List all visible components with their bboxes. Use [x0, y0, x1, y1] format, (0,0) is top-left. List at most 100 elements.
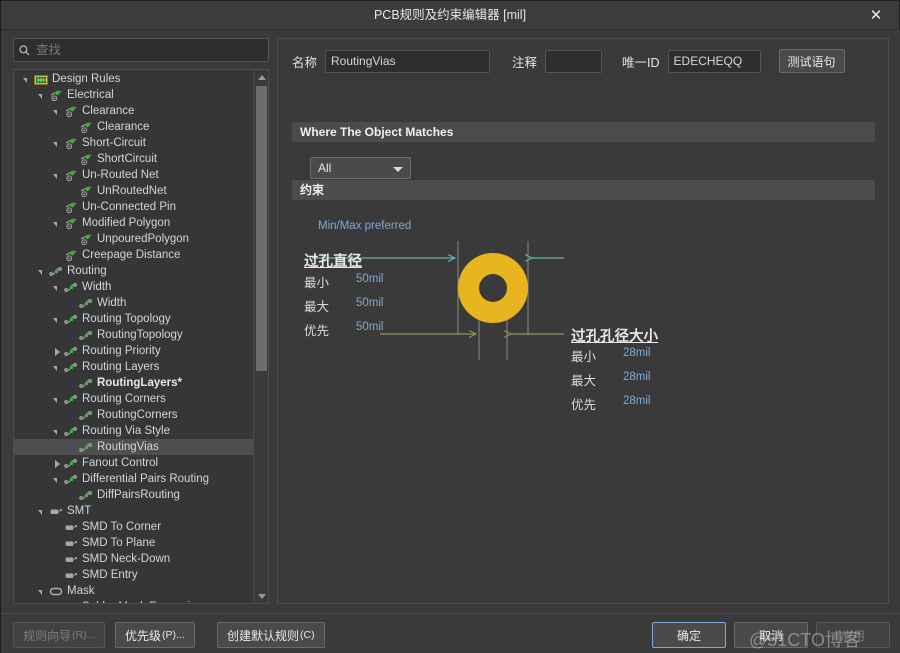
- tree-item-width[interactable]: Width: [14, 279, 254, 295]
- tree-item-unroutednet[interactable]: UnRoutedNet: [14, 183, 254, 199]
- search-icon: [14, 39, 34, 61]
- tree-item-routing[interactable]: Routing: [14, 263, 254, 279]
- tree-item-routingvias[interactable]: RoutingVias: [14, 439, 254, 455]
- via-diameter-min-label: 最小: [304, 276, 330, 290]
- tree-item-differential-pairs-routing[interactable]: Differential Pairs Routing: [14, 471, 254, 487]
- electrical-icon: [64, 137, 79, 150]
- create-default-rules-button[interactable]: 创建默认规则 (C): [217, 622, 325, 648]
- tree-item-routing-priority[interactable]: Routing Priority: [14, 343, 254, 359]
- tree-item-routing-layers[interactable]: Routing Layers: [14, 359, 254, 375]
- collapse-icon[interactable]: [52, 394, 63, 405]
- expand-icon[interactable]: [52, 458, 63, 469]
- via-diameter-min-value[interactable]: 50mil: [356, 273, 383, 285]
- tree-item-routingtopology[interactable]: RoutingTopology: [14, 327, 254, 343]
- expand-icon[interactable]: [52, 346, 63, 357]
- tree-item-solder-mask-expansion[interactable]: Solder Mask Expansion: [14, 599, 254, 603]
- design-rules-tree[interactable]: Design Rules Electrical Clearance Clearance…: [13, 69, 269, 604]
- via-hole-min-value[interactable]: 28mil: [623, 347, 650, 359]
- unique-id-input[interactable]: [667, 49, 761, 73]
- collapse-icon[interactable]: [52, 170, 63, 181]
- rule-wizard-button[interactable]: 规则向导 (R)...: [13, 622, 106, 648]
- search-box[interactable]: [13, 38, 269, 62]
- apply-button[interactable]: 应用: [816, 622, 890, 648]
- electrical-icon: [64, 105, 79, 118]
- tree-item-clearance[interactable]: Clearance: [14, 103, 254, 119]
- cancel-button[interactable]: 取消: [734, 622, 808, 648]
- collapse-icon[interactable]: [37, 90, 48, 101]
- tree-item-smd-to-corner[interactable]: SMD To Corner: [14, 519, 254, 535]
- via-hole-pref-value[interactable]: 28mil: [623, 395, 650, 407]
- tree-item-mask[interactable]: Mask: [14, 583, 254, 599]
- tree-item-fanout-control[interactable]: Fanout Control: [14, 455, 254, 471]
- tree-item-modified-polygon[interactable]: Modified Polygon: [14, 215, 254, 231]
- tree-item-creepage-distance[interactable]: Creepage Distance: [14, 247, 254, 263]
- test-query-button[interactable]: 测试语句: [778, 49, 845, 73]
- tree-item-electrical[interactable]: Electrical: [14, 87, 254, 103]
- tree-item-unpouredpolygon[interactable]: UnpouredPolygon: [14, 231, 254, 247]
- scroll-down-icon[interactable]: [254, 589, 268, 603]
- priority-button[interactable]: 优先级 (P)...: [115, 622, 195, 648]
- via-diameter-max-value[interactable]: 50mil: [356, 297, 383, 309]
- collapse-icon[interactable]: [52, 282, 63, 293]
- tree-item-width[interactable]: Width: [14, 295, 254, 311]
- collapse-icon[interactable]: [52, 362, 63, 373]
- collapse-icon[interactable]: [37, 586, 48, 597]
- ok-button[interactable]: 确定: [652, 622, 726, 648]
- tree-item-routing-corners[interactable]: Routing Corners: [14, 391, 254, 407]
- tree-item-smd-entry[interactable]: SMD Entry: [14, 567, 254, 583]
- collapse-icon[interactable]: [52, 138, 63, 149]
- tree-item-label: Mask: [67, 585, 95, 597]
- tree-item-shortcircuit[interactable]: ShortCircuit: [14, 151, 254, 167]
- via-constraint-graphic: 过孔直径 最小 50mil 最大 50mil 优先 50mil 过孔孔径大小 最…: [292, 214, 875, 434]
- comment-input[interactable]: [545, 49, 603, 73]
- collapse-icon[interactable]: [37, 266, 48, 277]
- scroll-up-icon[interactable]: [254, 70, 268, 84]
- tree-item-smd-neck-down[interactable]: SMD Neck-Down: [14, 551, 254, 567]
- tree-item-label: SMD To Corner: [82, 521, 162, 533]
- via-hole-max-value[interactable]: 28mil: [623, 371, 650, 383]
- collapse-icon[interactable]: [52, 474, 63, 485]
- dialog-footer: 规则向导 (R)... 优先级 (P)... 创建默认规则 (C) 确定 取消 …: [1, 613, 900, 653]
- tree-item-routing-topology[interactable]: Routing Topology: [14, 311, 254, 327]
- collapse-icon[interactable]: [37, 506, 48, 517]
- tree-item-un-connected-pin[interactable]: Un-Connected Pin: [14, 199, 254, 215]
- tree-item-label: Design Rules: [52, 73, 121, 85]
- tree-item-clearance[interactable]: Clearance: [14, 119, 254, 135]
- tree-item-smt[interactable]: SMT: [14, 503, 254, 519]
- scrollbar-thumb[interactable]: [256, 86, 267, 371]
- search-input[interactable]: [34, 39, 268, 61]
- tree-scrollbar[interactable]: [253, 70, 268, 603]
- priority-hotkey: (P)...: [162, 629, 185, 641]
- via-diameter-pref-value[interactable]: 50mil: [356, 321, 383, 333]
- tree-item-design-rules[interactable]: Design Rules: [14, 71, 254, 87]
- window-title: PCB规则及约束编辑器 [mil]: [373, 8, 527, 22]
- collapse-icon[interactable]: [22, 74, 33, 85]
- smt-icon: [49, 505, 64, 518]
- collapse-icon[interactable]: [52, 426, 63, 437]
- collapse-icon[interactable]: [52, 314, 63, 325]
- tree-item-label: Short-Circuit: [82, 137, 146, 149]
- collapse-icon[interactable]: [52, 218, 63, 229]
- rule-name-input[interactable]: [325, 49, 491, 73]
- tree-item-diffpairsrouting[interactable]: DiffPairsRouting: [14, 487, 254, 503]
- tree-item-short-circuit[interactable]: Short-Circuit: [14, 135, 254, 151]
- tree-item-smd-to-plane[interactable]: SMD To Plane: [14, 535, 254, 551]
- electrical-icon: [64, 169, 79, 182]
- scope-dropdown[interactable]: All: [310, 157, 411, 179]
- routing-icon: [49, 265, 64, 278]
- tree-item-routingcorners[interactable]: RoutingCorners: [14, 407, 254, 423]
- tree-item-label: Routing Corners: [82, 393, 166, 405]
- close-icon[interactable]: ✕: [859, 4, 893, 27]
- tree-item-routing-via-style[interactable]: Routing Via Style: [14, 423, 254, 439]
- collapse-icon[interactable]: [52, 106, 63, 117]
- tree-item-un-routed-net[interactable]: Un-Routed Net: [14, 167, 254, 183]
- tree-item-routinglayers[interactable]: RoutingLayers*: [14, 375, 254, 391]
